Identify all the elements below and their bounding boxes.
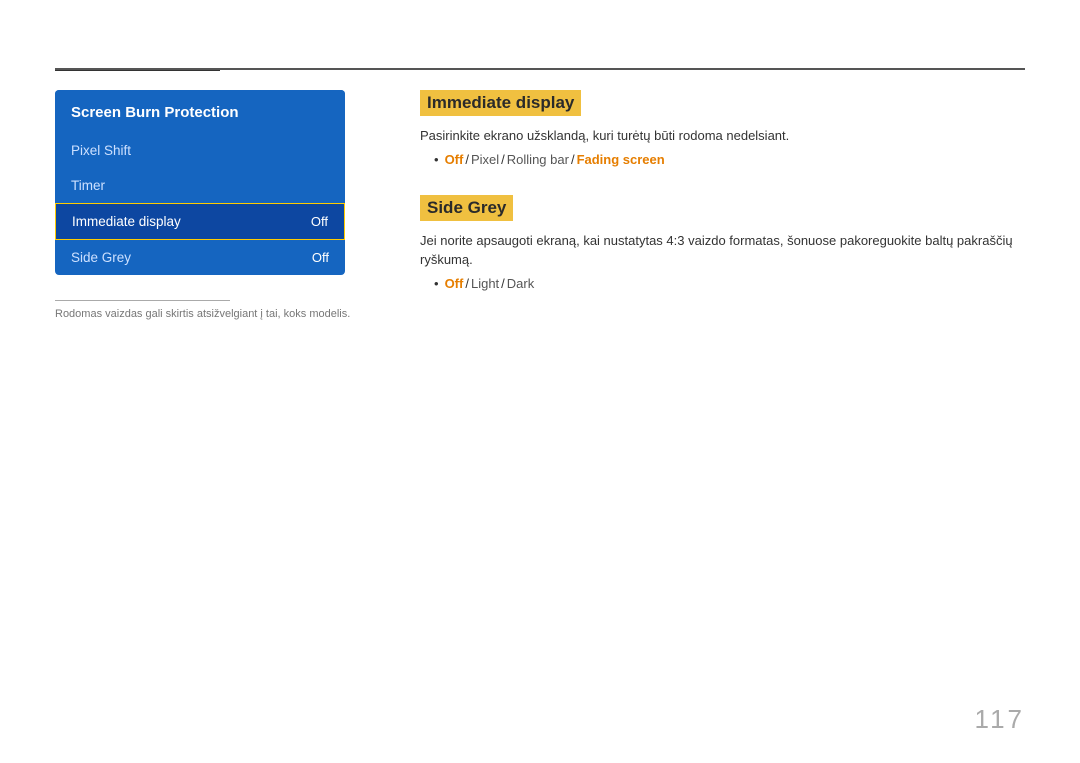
menu-item-label: Side Grey	[71, 250, 131, 265]
top-divider	[55, 68, 1025, 70]
menu-item-label: Pixel Shift	[71, 143, 131, 158]
section-side-grey: Side Grey Jei norite apsaugoti ekraną, k…	[420, 195, 1025, 291]
menu-item-side-grey[interactable]: Side Grey Off	[55, 240, 345, 275]
panel-header: Screen Burn Protection	[55, 90, 345, 133]
option-pixel: Pixel	[471, 152, 499, 167]
section-immediate-display: Immediate display Pasirinkite ekrano užs…	[420, 90, 1025, 167]
menu-item-value: Off	[312, 250, 329, 265]
option-fading-screen: Fading screen	[577, 152, 665, 167]
menu-item-label: Timer	[71, 178, 105, 193]
menu-item-label: Immediate display	[72, 214, 181, 229]
menu-item-immediate-display[interactable]: Immediate display Off	[55, 203, 345, 240]
section-title-side-grey: Side Grey	[420, 195, 513, 221]
menu-item-value: Off	[311, 214, 328, 229]
menu-item-timer[interactable]: Timer	[55, 168, 345, 203]
footnote-text: Rodomas vaizdas gali skirtis atsižvelgia…	[55, 308, 350, 320]
slash-4: /	[465, 276, 469, 291]
section-desc-immediate: Pasirinkite ekrano užsklandą, kuri turėt…	[420, 126, 1025, 146]
slash-2: /	[501, 152, 505, 167]
footnote-divider	[55, 300, 230, 301]
slash-5: /	[501, 276, 505, 291]
option-off-side-grey: Off	[445, 276, 464, 291]
slash-1: /	[465, 152, 469, 167]
page-number: 117	[975, 704, 1025, 735]
option-item-side-grey: Off / Light / Dark	[434, 276, 1025, 291]
option-light: Light	[471, 276, 499, 291]
option-dark: Dark	[507, 276, 534, 291]
option-off-immediate: Off	[445, 152, 464, 167]
option-rolling-bar: Rolling bar	[507, 152, 569, 167]
option-item-immediate: Off / Pixel / Rolling bar / Fading scree…	[434, 152, 1025, 167]
right-content: Immediate display Pasirinkite ekrano užs…	[420, 90, 1025, 319]
slash-3: /	[571, 152, 575, 167]
section-desc-side-grey: Jei norite apsaugoti ekraną, kai nustaty…	[420, 231, 1025, 270]
menu-item-pixel-shift[interactable]: Pixel Shift	[55, 133, 345, 168]
option-list-side-grey: Off / Light / Dark	[434, 276, 1025, 291]
option-list-immediate: Off / Pixel / Rolling bar / Fading scree…	[434, 152, 1025, 167]
section-title-immediate: Immediate display	[420, 90, 581, 116]
left-panel: Screen Burn Protection Pixel Shift Timer…	[55, 90, 345, 275]
